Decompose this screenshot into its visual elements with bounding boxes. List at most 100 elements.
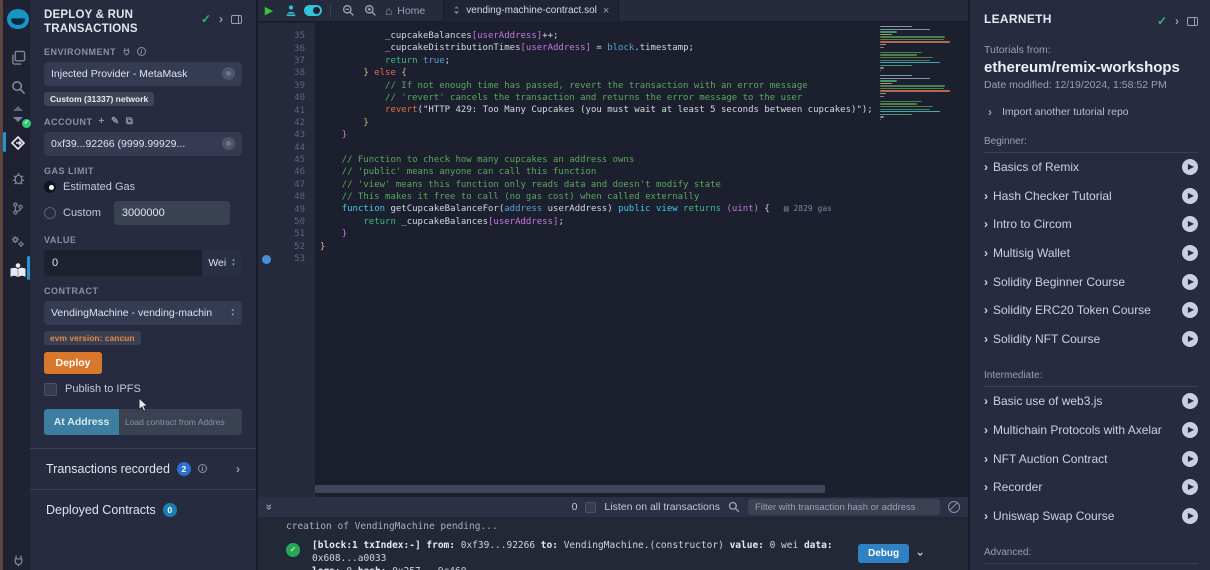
line-number[interactable]: 49 xyxy=(274,205,315,215)
line-number[interactable]: 42 xyxy=(274,118,315,128)
gutter-line[interactable]: 50 xyxy=(258,216,315,228)
code-line[interactable]: } else { xyxy=(320,67,878,79)
gas-custom-option[interactable]: Custom xyxy=(44,201,242,225)
gutter-line[interactable]: 39 xyxy=(258,80,315,92)
tutorial-play-button[interactable]: ▶ xyxy=(1182,245,1198,261)
tutorial-item[interactable]: ›Solidity ERC20 Token Course▶ xyxy=(984,296,1198,325)
tutorial-play-button[interactable]: ▶ xyxy=(1182,188,1198,204)
tutorial-item[interactable]: ›Basic use of web3.js▶ xyxy=(984,387,1198,416)
code-editor[interactable]: 35363738394041424344454647484950515253 _… xyxy=(258,23,968,497)
learneth-icon[interactable] xyxy=(3,258,33,282)
at-address-button[interactable]: At Address xyxy=(44,409,119,435)
deploy-and-run-icon[interactable] xyxy=(3,131,33,155)
tutorial-chevron-icon[interactable]: › xyxy=(984,217,988,231)
line-number[interactable]: 47 xyxy=(274,180,315,190)
tutorial-chevron-icon[interactable]: › xyxy=(984,303,988,317)
breakpoint-margin[interactable] xyxy=(258,42,274,54)
gutter-line[interactable]: 44 xyxy=(258,142,315,154)
home-tab[interactable]: ⌂ Home xyxy=(385,4,425,18)
copilot-toggle[interactable] xyxy=(302,0,324,22)
tutorial-play-button[interactable]: ▶ xyxy=(1182,302,1198,318)
tutorial-chevron-icon[interactable]: › xyxy=(984,275,988,289)
tx-expand-icon[interactable]: › xyxy=(914,550,928,557)
breakpoint-margin[interactable] xyxy=(258,228,274,240)
tutorial-chevron-icon[interactable]: › xyxy=(984,189,988,203)
gutter-line[interactable]: 45 xyxy=(258,154,315,166)
breakpoint-dot[interactable] xyxy=(258,253,274,265)
code-line[interactable]: revert("HTTP 429: Too Many Cupcakes (you… xyxy=(320,104,878,116)
tutorial-play-button[interactable]: ▶ xyxy=(1182,159,1198,175)
gutter-line[interactable]: 38 xyxy=(258,67,315,79)
learneth-pin-icon[interactable] xyxy=(1187,17,1198,26)
code-line[interactable]: return true; xyxy=(320,55,878,67)
unit-stepper-icon[interactable]: ▲▼ xyxy=(231,258,235,268)
tutorial-play-button[interactable]: ▶ xyxy=(1182,451,1198,467)
sign-message-icon[interactable]: ✎ xyxy=(111,117,120,127)
plugin-manager-icon[interactable] xyxy=(3,548,33,570)
line-number[interactable]: 36 xyxy=(274,44,315,54)
tutorial-play-button[interactable]: ▶ xyxy=(1182,508,1198,524)
search-icon[interactable] xyxy=(3,75,33,99)
horizontal-scrollbar[interactable] xyxy=(315,485,825,493)
code-line[interactable]: function getCupcakeBalanceFor(address us… xyxy=(320,203,878,215)
terminal-collapse-icon[interactable]: « xyxy=(263,504,275,510)
gutter-line[interactable]: 36 xyxy=(258,42,315,54)
tutorial-play-button[interactable]: ▶ xyxy=(1182,393,1198,409)
tutorial-item[interactable]: ›Solidity Beginner Course▶ xyxy=(984,267,1198,296)
line-number[interactable]: 35 xyxy=(274,31,315,41)
account-select[interactable]: 0xf39...92266 (9999.99929... xyxy=(44,132,242,156)
editor-minimap[interactable] xyxy=(880,23,964,124)
gutter-line[interactable]: 49 xyxy=(258,203,315,215)
code-line[interactable] xyxy=(320,253,878,265)
listen-all-checkbox[interactable] xyxy=(585,502,596,513)
transactions-recorded-row[interactable]: Transactions recorded 2 i › xyxy=(44,449,242,489)
tutorial-item[interactable]: ›Intro to Circom▶ xyxy=(984,210,1198,239)
tutorial-chevron-icon[interactable]: › xyxy=(984,246,988,260)
environment-select[interactable]: Injected Provider - MetaMask xyxy=(44,62,242,86)
contract-select[interactable]: VendingMachine - vending-machin ▲▼ xyxy=(44,301,242,325)
terminal-output[interactable]: creation of VendingMachine pending... ✓ … xyxy=(258,517,968,570)
account-badge-icon[interactable] xyxy=(222,137,235,150)
code-line[interactable]: } xyxy=(320,129,878,141)
tutorial-item[interactable]: ›NFT Auction Contract▶ xyxy=(984,444,1198,473)
settings-icon[interactable] xyxy=(3,229,33,253)
code-line[interactable]: _cupcakeDistributionTimes[userAddress] =… xyxy=(320,42,878,54)
publish-ipfs-row[interactable]: Publish to IPFS xyxy=(44,383,242,396)
environment-badge-icon[interactable] xyxy=(222,67,235,80)
tutorial-chevron-icon[interactable]: › xyxy=(984,160,988,174)
breakpoint-margin[interactable] xyxy=(258,117,274,129)
breakpoint-margin[interactable] xyxy=(258,142,274,154)
line-number[interactable]: 41 xyxy=(274,106,315,116)
gutter-line[interactable]: 43 xyxy=(258,129,315,141)
code-line[interactable]: } xyxy=(320,117,878,129)
pin-panel-icon[interactable] xyxy=(231,15,242,24)
code-line[interactable]: // 'revert' cancels the transaction and … xyxy=(320,92,878,104)
line-number[interactable]: 53 xyxy=(274,254,315,264)
code-line[interactable]: // This makes it free to call (no gas co… xyxy=(320,191,878,203)
gutter-line[interactable]: 40 xyxy=(258,92,315,104)
gutter-line[interactable]: 41 xyxy=(258,104,315,116)
tutorial-item[interactable]: ›Multisig Wallet▶ xyxy=(984,239,1198,268)
learneth-expand-icon[interactable]: › xyxy=(1175,14,1179,28)
tutorial-play-button[interactable]: ▶ xyxy=(1182,274,1198,290)
plug-icon[interactable] xyxy=(122,47,131,56)
git-icon[interactable] xyxy=(3,196,33,220)
gutter-line[interactable]: 37 xyxy=(258,55,315,67)
tutorial-play-button[interactable]: ▶ xyxy=(1182,216,1198,232)
tutorial-chevron-icon[interactable]: › xyxy=(984,332,988,346)
tutorial-chevron-icon[interactable]: › xyxy=(984,394,988,408)
breakpoint-margin[interactable] xyxy=(258,129,274,141)
zoom-in-icon[interactable] xyxy=(359,0,381,22)
breakpoint-margin[interactable] xyxy=(258,179,274,191)
tutorial-item[interactable]: ›Multichain Protocols with Axelar▶ xyxy=(984,416,1198,445)
breakpoint-margin[interactable] xyxy=(258,55,274,67)
code-line[interactable]: } xyxy=(320,228,878,240)
add-account-icon[interactable]: + xyxy=(99,117,105,127)
breakpoint-margin[interactable] xyxy=(258,241,274,253)
code-line[interactable]: } xyxy=(320,241,878,253)
gas-estimated-radio[interactable] xyxy=(44,181,56,193)
tutorial-item[interactable]: ›Hash Checker Tutorial▶ xyxy=(984,182,1198,211)
import-tutorial-repo[interactable]: › Import another tutorial repo xyxy=(984,105,1198,119)
transactions-info-icon[interactable]: i xyxy=(198,464,207,473)
breakpoint-margin[interactable] xyxy=(258,203,274,215)
